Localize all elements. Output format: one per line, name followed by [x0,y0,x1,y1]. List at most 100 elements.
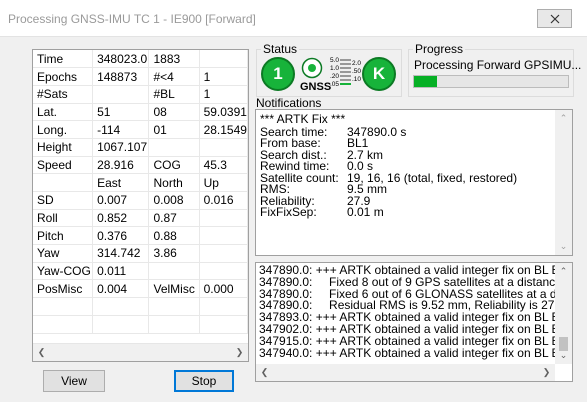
grid-cell [199,262,248,281]
grid-row [33,315,248,334]
grid-row: Long. -114 01 28.1549 [33,120,248,139]
grid-cell: East [92,173,150,192]
gnss-signal-icon [301,57,323,79]
grid-row: SD 0.007 0.008 0.016 [33,191,248,210]
grid-cell: Yaw-COG [33,262,94,281]
progress-fill [414,76,438,87]
grid-cell [148,315,200,334]
grid-cell: #<4 [148,67,200,86]
notifications-panel: *** ARTK Fix *** Search time: 347890.0 sF… [255,109,573,256]
grid-row: Speed 28.916 COG 45.3 [33,156,248,175]
grid-cell: 51 [92,103,150,122]
stop-button[interactable]: Stop [174,370,234,392]
grid-cell [199,244,248,263]
grid-cell: 1 [199,67,248,86]
progress-bar [413,75,569,88]
grid-cell [148,138,200,157]
grid-row: #Sats #BL 1 [33,85,248,104]
grid-cell: 01 [148,120,200,139]
grid-cell [199,297,248,316]
grid-cell: Epochs [33,67,94,86]
notification-item: Satellite count: 19, 16, 16 (total, fixed… [260,172,517,185]
notification-key: FixFixSep: [260,205,317,219]
grid-cell [92,315,150,334]
grid-cell [33,315,94,334]
close-icon [550,14,559,23]
notifications-scrollbar[interactable]: ⌃ ⌄ [555,110,572,255]
grid-cell: 1883 [148,50,200,69]
status-badge-right: K [362,57,396,91]
grid-cell: VelMisc [148,279,200,299]
scroll-up-icon[interactable]: ⌃ [555,263,572,280]
grid-cell [199,50,248,69]
log-vertical-scrollbar[interactable]: ⌃ ⌄ [555,263,572,364]
grid-cell: 0.88 [148,226,200,246]
grid-cell: 0.016 [199,191,248,210]
grid-cell [148,297,200,316]
grid-row: PosMisc 0.004 VelMisc 0.000 [33,279,248,299]
grid-row: Epochs 148873 #<4 1 [33,67,248,86]
accuracy-scale: 5.0 1.0 .20 .05 2.0 .50 .10 [330,57,362,88]
grid-cell [199,138,248,157]
scroll-down-icon[interactable]: ⌄ [555,347,572,364]
grid-row: Roll 0.852 0.87 [33,209,248,228]
grid-cell: Time [33,50,94,69]
grid-cell: 314.742 [92,244,150,263]
grid-row: East North Up [33,173,248,192]
scroll-down-icon[interactable]: ⌄ [555,238,572,255]
title-bar: Processing GNSS-IMU TC 1 - IE900 [Forwar… [0,0,587,37]
grid-row: Pitch 0.376 0.88 [33,226,248,246]
grid-cell: 0.376 [92,226,150,246]
progress-label: Progress [413,42,466,56]
grid-cell: 0.008 [148,191,200,210]
scroll-left-icon[interactable]: ❮ [256,364,273,381]
grid-cell: 348023.0 [92,50,150,69]
grid-cell: -114 [92,120,150,139]
scroll-right-icon[interactable]: ❯ [231,344,248,361]
grid-cell: 0.011 [92,262,150,281]
notifications-label: Notifications [256,96,322,110]
grid-cell: Height [33,138,94,157]
grid-horizontal-scrollbar[interactable]: ❮ ❯ [33,343,248,361]
grid-row: Time 348023.0 1883 [33,50,248,69]
grid-cell: 0.004 [92,279,150,299]
notification-value: 0.01 m [347,205,384,219]
grid-cell: 45.3 [199,156,248,175]
status-badge-left: 1 [261,57,295,91]
progress-text: Processing Forward GPSIMU... [414,58,582,72]
grid-cell: 0.007 [92,191,150,210]
grid-cell: PosMisc [33,279,94,299]
progress-group [408,49,574,97]
grid-cell [148,262,200,281]
grid-cell: Pitch [33,226,94,246]
scroll-left-icon[interactable]: ❮ [33,344,50,361]
scroll-right-icon[interactable]: ❯ [538,364,555,381]
log-horizontal-scrollbar[interactable]: ❮ ❯ [256,364,555,381]
notification-heading: *** ARTK Fix *** [260,112,346,126]
scroll-up-icon[interactable]: ⌃ [555,110,572,127]
grid-cell: Up [199,173,248,192]
grid-cell: #BL [148,85,200,104]
grid-cell [199,209,248,228]
grid-cell: #Sats [33,85,94,104]
log-lines: 347890.0: +++ ARTK obtained a valid inte… [259,264,572,359]
gnss-label: GNSS [300,81,332,93]
grid-cell: COG [148,156,200,175]
grid-cell [33,173,94,192]
grid-cell: 59.0391 [199,103,248,122]
notification-item: FixFixSep: 0.01 m [260,205,517,219]
grid-row [33,297,248,316]
grid-cell: 1 [199,85,248,104]
notifications-content: *** ARTK Fix *** Search time: 347890.0 sF… [260,112,517,219]
log-panel: 347890.0: +++ ARTK obtained a valid inte… [255,262,573,382]
view-button[interactable]: View [43,370,105,392]
data-grid-panel: Time 348023.0 1883 Epochs 148873 #<4 1 #Sats #BL… [32,49,249,362]
grid-cell: 0.000 [199,279,248,299]
window-title: Processing GNSS-IMU TC 1 - IE900 [Forwar… [8,12,256,26]
grid-cell: Lat. [33,103,94,122]
grid-cell: 28.916 [92,156,150,175]
close-button[interactable] [537,9,572,28]
gnss-indicator [301,57,323,79]
data-grid: Time 348023.0 1883 Epochs 148873 #<4 1 #Sats #BL… [33,50,248,334]
grid-row: Height 1067.107 [33,138,248,157]
